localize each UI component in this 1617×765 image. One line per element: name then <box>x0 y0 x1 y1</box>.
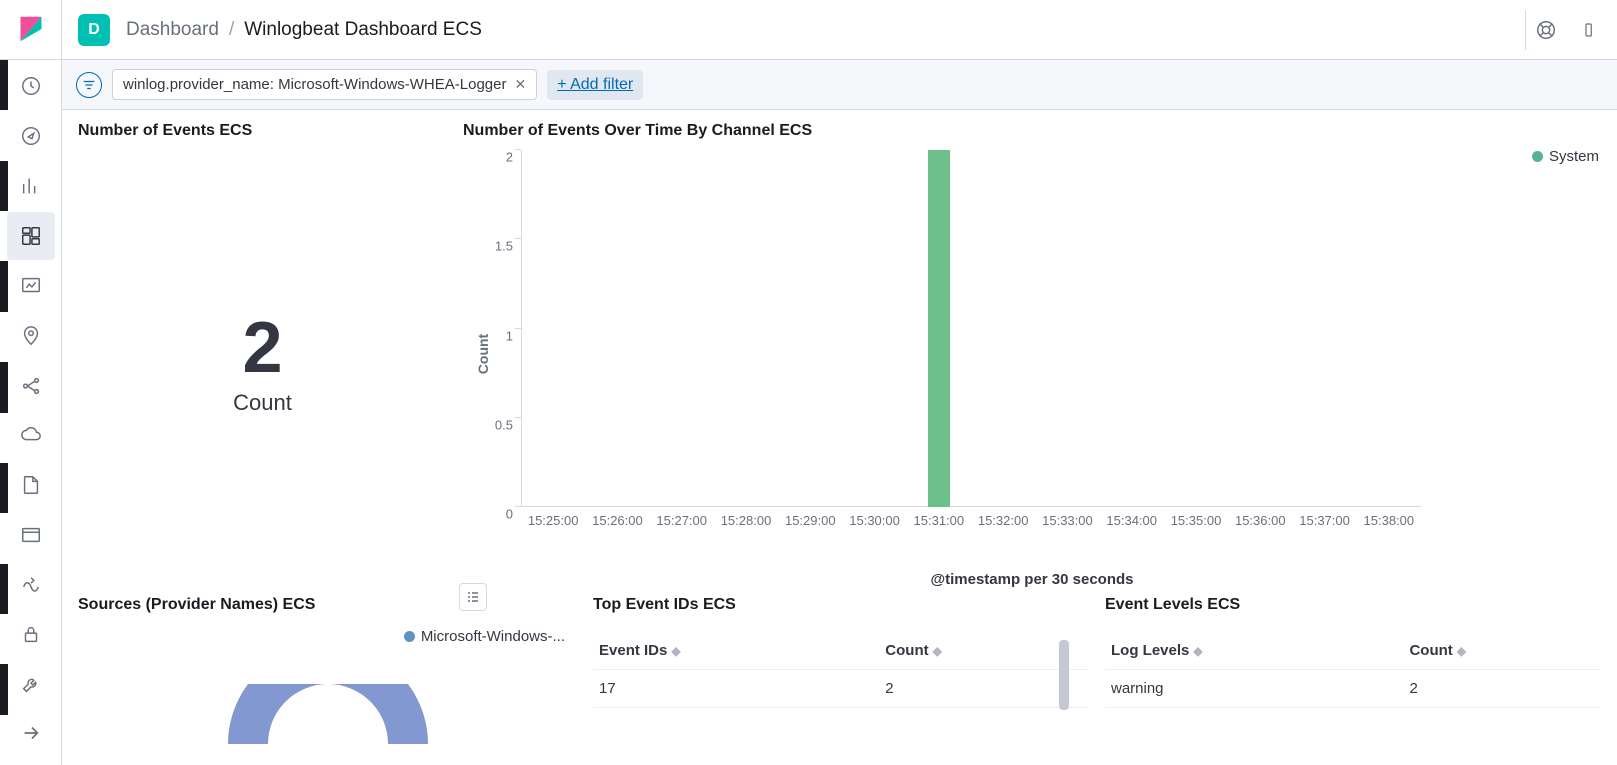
metric-value: 2 <box>242 312 282 384</box>
sort-icon: ◆ <box>671 644 680 658</box>
x-tick-label: 15:33:00 <box>1042 507 1093 528</box>
breadcrumb-separator: / <box>229 19 234 41</box>
event-id-cell: 17 <box>593 670 879 708</box>
event-ids-table: Event IDs◆ Count◆ 17 2 <box>593 632 1089 708</box>
space-avatar[interactable]: D <box>78 14 110 46</box>
x-tick-label: 15:34:00 <box>1106 507 1157 528</box>
sources-legend-swatch-icon <box>404 631 415 642</box>
timeseries-panel: Number of Events Over Time By Channel EC… <box>455 118 1609 588</box>
y-tick-label: 1.5 <box>481 239 521 254</box>
y-axis-line <box>521 150 522 507</box>
breadcrumb-root[interactable]: Dashboard <box>126 19 219 41</box>
x-tick-label: 15:36:00 <box>1235 507 1286 528</box>
add-filter-button[interactable]: + Add filter <box>547 70 643 100</box>
sort-icon: ◆ <box>1457 644 1466 658</box>
x-tick-label: 15:37:00 <box>1299 507 1350 528</box>
x-tick-label: 15:35:00 <box>1171 507 1222 528</box>
event-count-cell: 2 <box>879 670 1089 708</box>
x-tick-label: 15:26:00 <box>592 507 643 528</box>
sources-legend[interactable]: Microsoft-Windows-... <box>404 628 565 645</box>
header: D Dashboard / Winlogbeat Dashboard ECS <box>62 0 1617 60</box>
canvas-icon[interactable] <box>7 262 55 310</box>
visualize-icon[interactable] <box>7 162 55 210</box>
event-levels-panel: Event Levels ECS Log Levels◆ Count◆ warn… <box>1097 592 1609 744</box>
overflow-icon[interactable] <box>1583 10 1601 50</box>
event-levels-table: Log Levels◆ Count◆ warning 2 <box>1105 632 1601 708</box>
metric-panel: Number of Events ECS 2 Count <box>70 118 455 588</box>
event-ids-title: Top Event IDs ECS <box>593 596 1089 614</box>
filter-pill-text: winlog.provider_name: Microsoft-Windows-… <box>123 76 506 93</box>
x-axis-label: @timestamp per 30 seconds <box>463 571 1601 588</box>
table-row[interactable]: warning 2 <box>1105 670 1601 708</box>
chart-plot: 00.511.5215:25:0015:26:0015:27:0015:28:0… <box>521 150 1421 507</box>
x-tick-label: 15:29:00 <box>785 507 836 528</box>
header-actions <box>1525 10 1601 50</box>
y-tick-label: 0.5 <box>481 417 521 432</box>
levels-header-level[interactable]: Log Levels◆ <box>1105 632 1403 670</box>
ml-icon[interactable] <box>7 362 55 410</box>
chart-bar[interactable] <box>928 150 951 507</box>
y-tick-label: 1 <box>481 328 521 343</box>
scrollbar-thumb[interactable] <box>1059 640 1069 710</box>
x-tick-label: 15:25:00 <box>528 507 579 528</box>
app-root: D Dashboard / Winlogbeat Dashboard ECS w… <box>0 0 1617 765</box>
event-levels-title: Event Levels ECS <box>1105 596 1601 614</box>
discover-icon[interactable] <box>7 112 55 160</box>
x-tick-label: 15:32:00 <box>978 507 1029 528</box>
breadcrumb-current: Winlogbeat Dashboard ECS <box>244 19 482 41</box>
apm-icon[interactable] <box>7 511 55 559</box>
chart-area[interactable]: Count 00.511.5215:25:0015:26:0015:27:001… <box>463 140 1601 567</box>
sidebar <box>0 0 62 765</box>
filter-bar: winlog.provider_name: Microsoft-Windows-… <box>62 60 1617 110</box>
uptime-icon[interactable] <box>7 561 55 609</box>
event-ids-header-id[interactable]: Event IDs◆ <box>593 632 879 670</box>
sort-icon: ◆ <box>933 644 942 658</box>
filter-pill[interactable]: winlog.provider_name: Microsoft-Windows-… <box>112 69 537 100</box>
collapse-sidebar-icon[interactable] <box>7 709 55 757</box>
help-icon[interactable] <box>1525 10 1565 50</box>
level-cell: warning <box>1105 670 1403 708</box>
breadcrumbs: Dashboard / Winlogbeat Dashboard ECS <box>126 19 482 41</box>
event-ids-header-count[interactable]: Count◆ <box>879 632 1089 670</box>
filter-remove-icon[interactable]: ✕ <box>514 76 526 93</box>
table-row[interactable]: 17 2 <box>593 670 1089 708</box>
filter-options-icon[interactable] <box>76 72 102 98</box>
level-count-cell: 2 <box>1403 670 1601 708</box>
x-tick-label: 15:30:00 <box>849 507 900 528</box>
maps-icon[interactable] <box>7 312 55 360</box>
sources-legend-name: Microsoft-Windows-... <box>421 628 565 645</box>
main: D Dashboard / Winlogbeat Dashboard ECS w… <box>62 0 1617 765</box>
metric-label: Count <box>233 390 292 416</box>
infrastructure-icon[interactable] <box>7 411 55 459</box>
recently-viewed-icon[interactable] <box>7 62 55 110</box>
sources-panel-title: Sources (Provider Names) ECS <box>78 596 577 614</box>
x-tick-label: 15:38:00 <box>1364 507 1415 528</box>
dev-tools-icon[interactable] <box>7 661 55 709</box>
sources-panel: Sources (Provider Names) ECS Microsoft-W… <box>70 592 585 744</box>
dashboard-icon[interactable] <box>7 212 55 260</box>
y-tick-label: 0 <box>481 507 521 522</box>
y-tick-label: 2 <box>481 150 521 165</box>
sort-icon: ◆ <box>1193 644 1202 658</box>
x-tick-label: 15:27:00 <box>656 507 707 528</box>
dashboard-body: Number of Events ECS 2 Count Number of E… <box>62 110 1617 765</box>
x-tick-label: 15:31:00 <box>914 507 965 528</box>
siem-icon[interactable] <box>7 611 55 659</box>
sources-donut <box>78 684 577 744</box>
logs-icon[interactable] <box>7 461 55 509</box>
timeseries-panel-title: Number of Events Over Time By Channel EC… <box>463 122 1601 140</box>
event-ids-panel: Top Event IDs ECS Event IDs◆ Count◆ 17 2 <box>585 592 1097 744</box>
kibana-logo[interactable] <box>0 0 62 60</box>
metric-body: 2 Count <box>78 140 447 588</box>
metric-panel-title: Number of Events ECS <box>78 122 447 140</box>
levels-header-count[interactable]: Count◆ <box>1403 632 1601 670</box>
x-tick-label: 15:28:00 <box>721 507 772 528</box>
